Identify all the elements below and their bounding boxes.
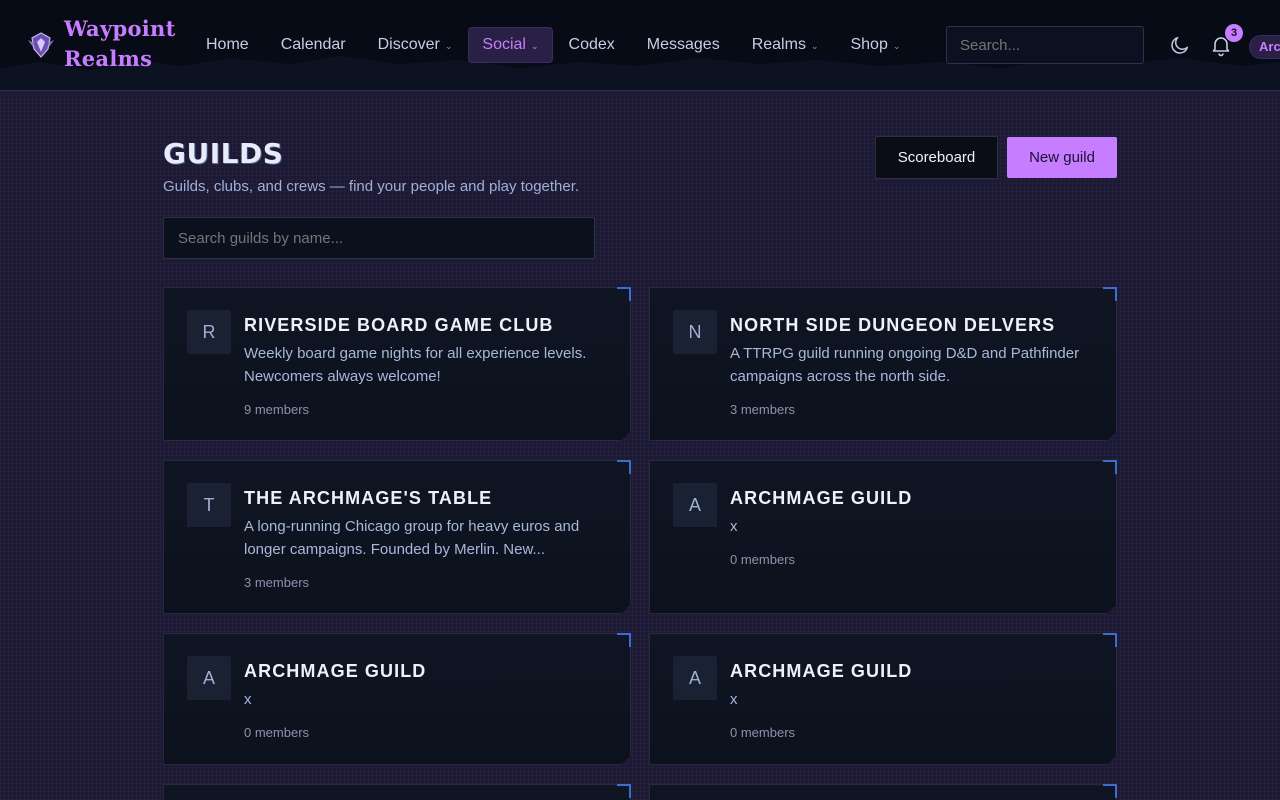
moon-icon[interactable] [1169, 34, 1191, 56]
guild-description: x [730, 691, 738, 708]
user-menu-button[interactable]: Arc [1249, 35, 1280, 59]
guild-avatar: R [187, 310, 231, 354]
nav-label: Home [206, 36, 249, 53]
nav-label: Discover [377, 36, 440, 53]
guild-avatar: T [187, 483, 231, 527]
guild-card[interactable]: T THE ARCHMAGE'S TABLE A long-running Ch… [163, 460, 631, 614]
card-corner-accent [617, 633, 631, 647]
card-corner-accent [1103, 784, 1117, 798]
guild-card-partial[interactable] [163, 784, 631, 800]
card-corner-accent [1103, 460, 1117, 474]
guild-member-count: 3 members [730, 402, 796, 417]
nav-item-home[interactable]: Home [190, 27, 265, 63]
guild-avatar: A [187, 656, 231, 700]
guild-search-input[interactable] [163, 217, 595, 259]
guild-member-count: 3 members [244, 575, 310, 590]
guild-description: x [244, 691, 252, 708]
guild-avatar: N [673, 310, 717, 354]
page-subtitle: Guilds, clubs, and crews — find your peo… [163, 178, 580, 195]
nav-item-calendar[interactable]: Calendar [265, 27, 362, 63]
scoreboard-button[interactable]: Scoreboard [875, 136, 998, 179]
guild-name: NORTH SIDE DUNGEON DELVERS [730, 315, 1056, 335]
chevron-down-icon: ⌄ [444, 41, 453, 51]
guild-member-count: 0 members [730, 725, 796, 740]
guild-name: THE ARCHMAGE'S TABLE [244, 488, 493, 508]
guild-name: ARCHMAGE GUILD [730, 661, 913, 681]
notification-badge: 3 [1225, 24, 1243, 42]
nav-label: Calendar [280, 36, 346, 53]
guild-name: RIVERSIDE BOARD GAME CLUB [244, 315, 554, 335]
chevron-down-icon: ⌄ [530, 41, 539, 51]
card-corner-accent [617, 287, 631, 301]
main-nav: Home Calendar Discover ⌄ Social ⌄ Codex Me… [190, 27, 916, 63]
guild-name: ARCHMAGE GUILD [244, 661, 427, 681]
guild-card[interactable]: R RIVERSIDE BOARD GAME CLUB Weekly board… [163, 287, 631, 441]
nav-item-shop[interactable]: Shop ⌄ [834, 27, 916, 63]
guild-card[interactable]: N NORTH SIDE DUNGEON DELVERS A TTRPG gui… [649, 287, 1117, 441]
nav-label: Realms [751, 36, 806, 53]
chevron-down-icon: ⌄ [810, 41, 819, 51]
nav-item-discover[interactable]: Discover ⌄ [362, 27, 469, 63]
guild-member-count: 9 members [244, 402, 310, 417]
card-corner-accent [617, 460, 631, 474]
guild-member-count: 0 members [730, 552, 796, 567]
nav-label: Shop [850, 36, 888, 53]
page-title: GUILDS [163, 137, 284, 170]
brand-name: Waypoint Realms [64, 14, 176, 74]
guild-avatar: A [673, 656, 717, 700]
guild-avatar: A [673, 483, 717, 527]
nav-item-messages[interactable]: Messages [631, 27, 736, 63]
nav-item-codex[interactable]: Codex [553, 27, 631, 63]
brand-name-line2: Realms [64, 46, 153, 71]
card-corner-accent [1103, 633, 1117, 647]
guild-description: A TTRPG guild running ongoing D&D and Pa… [730, 345, 1080, 385]
chevron-down-icon: ⌄ [892, 41, 901, 51]
nav-item-social[interactable]: Social ⌄ [468, 27, 553, 63]
card-corner-accent [1103, 287, 1117, 301]
card-corner-accent [617, 784, 631, 798]
guild-description: x [730, 518, 738, 535]
guild-name: ARCHMAGE GUILD [730, 488, 913, 508]
new-guild-button[interactable]: New guild [1007, 137, 1117, 178]
guild-description: Weekly board game nights for all experie… [244, 345, 587, 385]
nav-label: Social [482, 36, 526, 53]
brand[interactable]: Waypoint Realms [26, 14, 176, 74]
guild-description: A long-running Chicago group for heavy e… [244, 518, 580, 558]
nav-item-realms[interactable]: Realms ⌄ [736, 27, 835, 63]
brand-name-line1: Waypoint [64, 16, 176, 41]
guild-card-partial[interactable] [649, 784, 1117, 800]
nav-label: Messages [646, 36, 720, 53]
guild-card[interactable]: A ARCHMAGE GUILD x 0 members [649, 633, 1117, 765]
guild-member-count: 0 members [244, 725, 310, 740]
global-search-input[interactable] [946, 26, 1144, 64]
guild-card[interactable]: A ARCHMAGE GUILD x 0 members [163, 633, 631, 765]
guild-card[interactable]: A ARCHMAGE GUILD x 0 members [649, 460, 1117, 614]
nav-label: Codex [568, 36, 615, 53]
crest-logo-icon [28, 32, 54, 58]
top-header: Waypoint Realms Home Calendar Discover ⌄ … [0, 0, 1280, 91]
